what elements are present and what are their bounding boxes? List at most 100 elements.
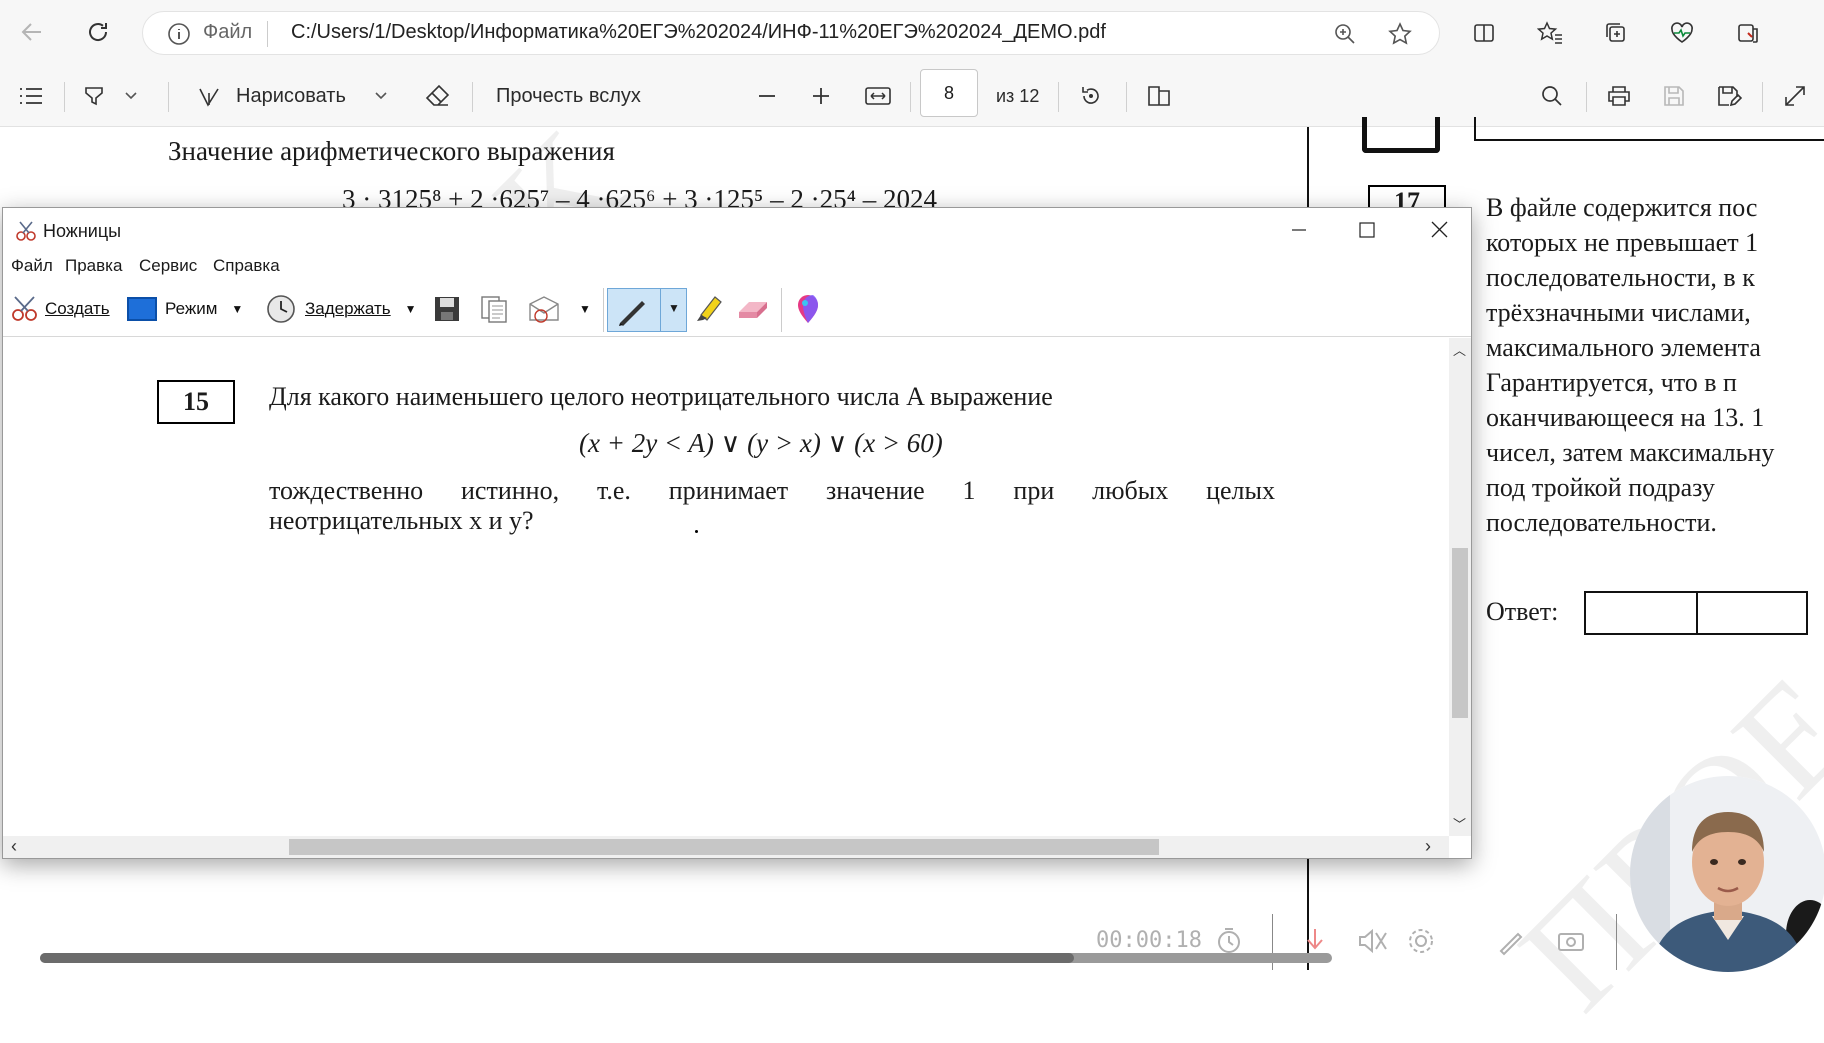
collections-icon[interactable] [1598, 15, 1634, 51]
vertical-scroll-thumb[interactable] [1452, 548, 1468, 718]
fit-width-icon[interactable] [864, 80, 892, 112]
scissors-icon [12, 296, 37, 321]
scissors-icon [15, 220, 37, 247]
menu-file[interactable]: Файл [11, 256, 53, 276]
address-url[interactable]: C:/Users/1/Desktop/Информатика%20ЕГЭ%202… [291, 21, 1106, 44]
new-snip-button[interactable]: Создать [9, 292, 110, 326]
send-snip-icon[interactable] [527, 292, 561, 326]
presenter-video [1630, 776, 1824, 972]
address-bar[interactable]: Файл C:/Users/1/Desktop/Информатика%20ЕГ… [142, 11, 1440, 55]
performance-heart-icon[interactable] [1664, 15, 1700, 51]
task-text-line: оканчивающееся на 13. 1 [1486, 403, 1765, 432]
paint3d-icon[interactable] [793, 292, 823, 326]
toolbar-divider [603, 288, 604, 332]
page-total-label: из 12 [996, 85, 1040, 106]
table-of-contents-icon[interactable] [18, 80, 44, 112]
draw-chevron-icon[interactable] [374, 80, 388, 112]
delay-button[interactable]: Задержать ▼ [265, 292, 417, 326]
zoom-in-icon[interactable] [810, 80, 832, 112]
task-text-line: под тройкой подразу [1486, 473, 1715, 502]
delay-dropdown-icon[interactable]: ▼ [405, 302, 417, 316]
save-snip-icon[interactable] [433, 292, 461, 326]
highlight-chevron-icon[interactable] [124, 80, 138, 112]
highlighter-icon[interactable] [691, 292, 725, 326]
read-aloud-label: Прочесть вслух [496, 84, 641, 107]
mode-icon [127, 297, 157, 321]
refresh-icon[interactable] [80, 14, 116, 50]
snipping-tool-window: Ножницы Файл Правка Сервис Справка Созда… [2, 207, 1472, 859]
pen-icon [619, 301, 645, 326]
snip-toolbar: Создать Режим ▼ Задержать ▼ ▼ ▼ [3, 282, 1471, 337]
scroll-up-icon[interactable]: ︿ [1453, 340, 1466, 359]
draw-icon [199, 88, 219, 107]
mute-icon[interactable] [1356, 926, 1388, 961]
send-dropdown-icon[interactable]: ▼ [579, 292, 591, 326]
settings-gear-icon[interactable] [1406, 926, 1436, 961]
save-as-icon[interactable] [1716, 80, 1742, 112]
task-text-line: последовательности, в к [1486, 263, 1755, 292]
split-screen-icon[interactable] [1466, 15, 1502, 51]
back-icon[interactable] [14, 14, 50, 50]
mode-label: Режим [165, 299, 218, 318]
read-aloud-button[interactable]: Прочесть вслух [496, 80, 641, 112]
task-number-box: 15 [157, 380, 235, 424]
address-divider [267, 21, 268, 47]
highlight-icon[interactable] [82, 80, 106, 112]
close-icon[interactable] [1419, 218, 1459, 242]
eraser-icon[interactable] [735, 292, 771, 326]
window-title: Ножницы [43, 221, 122, 241]
copy-icon[interactable] [479, 292, 509, 326]
menu-help[interactable]: Справка [213, 256, 280, 276]
task-line: тождественно истинно, т.е. принимает зна… [269, 476, 1275, 505]
menu-edit[interactable]: Правка [65, 256, 122, 276]
horizontal-scrollbar[interactable]: ‹ › [3, 836, 1449, 858]
task-line: неотрицательных x и y? [269, 506, 534, 535]
player-divider [1616, 914, 1617, 970]
toolbar-divider [64, 82, 65, 112]
task-text-line: чисел, затем максимальну [1486, 438, 1775, 467]
mode-button[interactable]: Режим ▼ [127, 292, 243, 326]
camera-icon[interactable] [1556, 926, 1586, 961]
save-icon[interactable] [1662, 80, 1686, 112]
maximize-icon[interactable] [1347, 218, 1387, 242]
mode-dropdown-icon[interactable]: ▼ [231, 302, 243, 316]
prev-task-frame [1474, 117, 1824, 141]
video-progress-fill[interactable] [40, 953, 1074, 963]
window-titlebar: Ножницы [3, 208, 1471, 254]
zoom-icon[interactable] [1333, 22, 1357, 51]
reading-list-icon[interactable] [1730, 15, 1766, 51]
favorites-icon[interactable] [1532, 15, 1568, 51]
toolbar-divider [1586, 82, 1587, 112]
address-file-label: Файл [203, 21, 253, 43]
scroll-right-icon[interactable]: › [1425, 836, 1431, 857]
horizontal-scroll-thumb[interactable] [289, 839, 1159, 855]
toolbar-divider [910, 82, 911, 112]
annotate-pen-icon[interactable] [1496, 926, 1526, 961]
eraser-icon[interactable] [424, 80, 452, 112]
star-icon[interactable] [1387, 21, 1413, 52]
draw-button[interactable]: Нарисовать [196, 80, 346, 112]
task-text-line: Гарантируется, что в п [1486, 368, 1737, 397]
menu-tools[interactable]: Сервис [139, 256, 197, 276]
minimize-icon[interactable] [1279, 218, 1319, 242]
prev-task-box [1362, 117, 1440, 153]
page-view-icon[interactable] [1146, 80, 1172, 112]
search-icon[interactable] [1540, 80, 1564, 112]
task-formula: (x + 2y < A) ∨ (y > x) ∨ (x > 60) [579, 428, 943, 458]
fullscreen-icon[interactable] [1782, 80, 1808, 112]
vertical-scrollbar[interactable]: ︿ ﹀ [1449, 338, 1471, 836]
zoom-out-icon[interactable] [756, 80, 778, 112]
info-icon[interactable] [167, 22, 191, 51]
stray-dot [695, 530, 698, 533]
scroll-left-icon[interactable]: ‹ [11, 836, 17, 857]
pen-button[interactable]: ▼ [607, 288, 687, 332]
print-icon[interactable] [1606, 80, 1632, 112]
pen-dropdown-icon[interactable]: ▼ [668, 301, 680, 315]
delay-label: Задержать [305, 299, 391, 318]
rotate-icon[interactable] [1078, 80, 1104, 112]
menubar: Файл Правка Сервис Справка [3, 254, 1471, 282]
scroll-down-icon[interactable]: ﹀ [1453, 814, 1466, 833]
toolbar-divider [1762, 82, 1763, 112]
page-number-input[interactable]: 8 [920, 69, 978, 117]
browser-toolbar: Файл C:/Users/1/Desktop/Информатика%20ЕГ… [0, 0, 1824, 66]
